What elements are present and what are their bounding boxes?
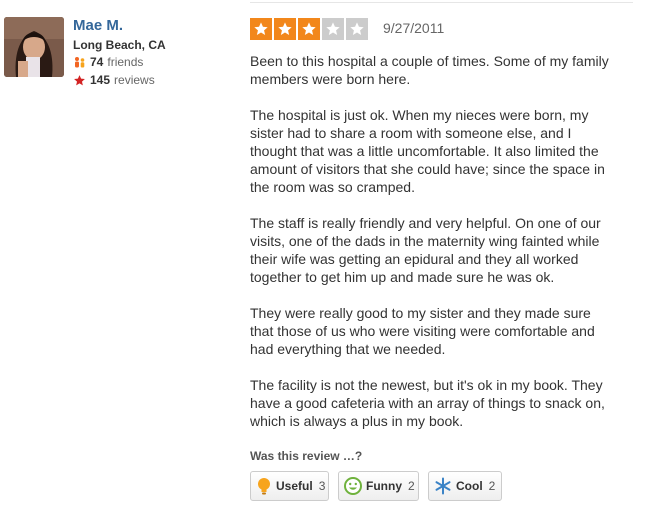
review-paragraph: The staff is really friendly and very he… [250, 215, 601, 285]
review-date: 9/27/2011 [383, 20, 445, 36]
star-empty-icon [346, 18, 368, 40]
friends-icon [73, 56, 86, 69]
friends-count: 74 [90, 55, 104, 69]
snowflake-icon [434, 477, 452, 495]
review-card: Mae M. Long Beach, CA 74 friends 145 rev… [0, 0, 663, 516]
reviewer-location: Long Beach, CA [73, 38, 166, 52]
reviews-label: reviews [114, 73, 155, 87]
cool-button[interactable]: Cool 2 [428, 471, 502, 501]
reviewer-name[interactable]: Mae M. [73, 17, 123, 34]
funny-label: Funny [366, 479, 402, 493]
divider [250, 2, 633, 3]
cool-label: Cool [456, 479, 483, 493]
useful-label: Useful [276, 479, 313, 493]
review-paragraph: The facility is not the newest, but it's… [250, 377, 605, 429]
avatar[interactable] [4, 17, 64, 77]
review-text: Been to this hospital a couple of times.… [250, 52, 635, 448]
star-icon [73, 74, 86, 87]
funny-count: 2 [408, 479, 415, 493]
star-filled-icon [250, 18, 272, 40]
friends-stat: 74 friends [73, 55, 143, 69]
cool-count: 2 [488, 479, 496, 493]
review-paragraph: Been to this hospital a couple of times.… [250, 53, 609, 87]
reviews-stat: 145 reviews [73, 73, 155, 87]
star-empty-icon [322, 18, 344, 40]
star-filled-icon [298, 18, 320, 40]
feedback-prompt: Was this review …? [250, 449, 363, 463]
lightbulb-icon [256, 477, 272, 495]
star-rating [250, 18, 368, 40]
reviews-count: 145 [90, 73, 111, 87]
review-paragraph: The hospital is just ok. When my nieces … [250, 107, 605, 195]
review-paragraph: They were really good to my sister and t… [250, 305, 595, 357]
star-filled-icon [274, 18, 296, 40]
useful-button[interactable]: Useful 3 [250, 471, 329, 501]
smiley-icon [344, 477, 362, 495]
funny-button[interactable]: Funny 2 [338, 471, 419, 501]
friends-label: friends [107, 55, 144, 69]
useful-count: 3 [318, 479, 326, 493]
